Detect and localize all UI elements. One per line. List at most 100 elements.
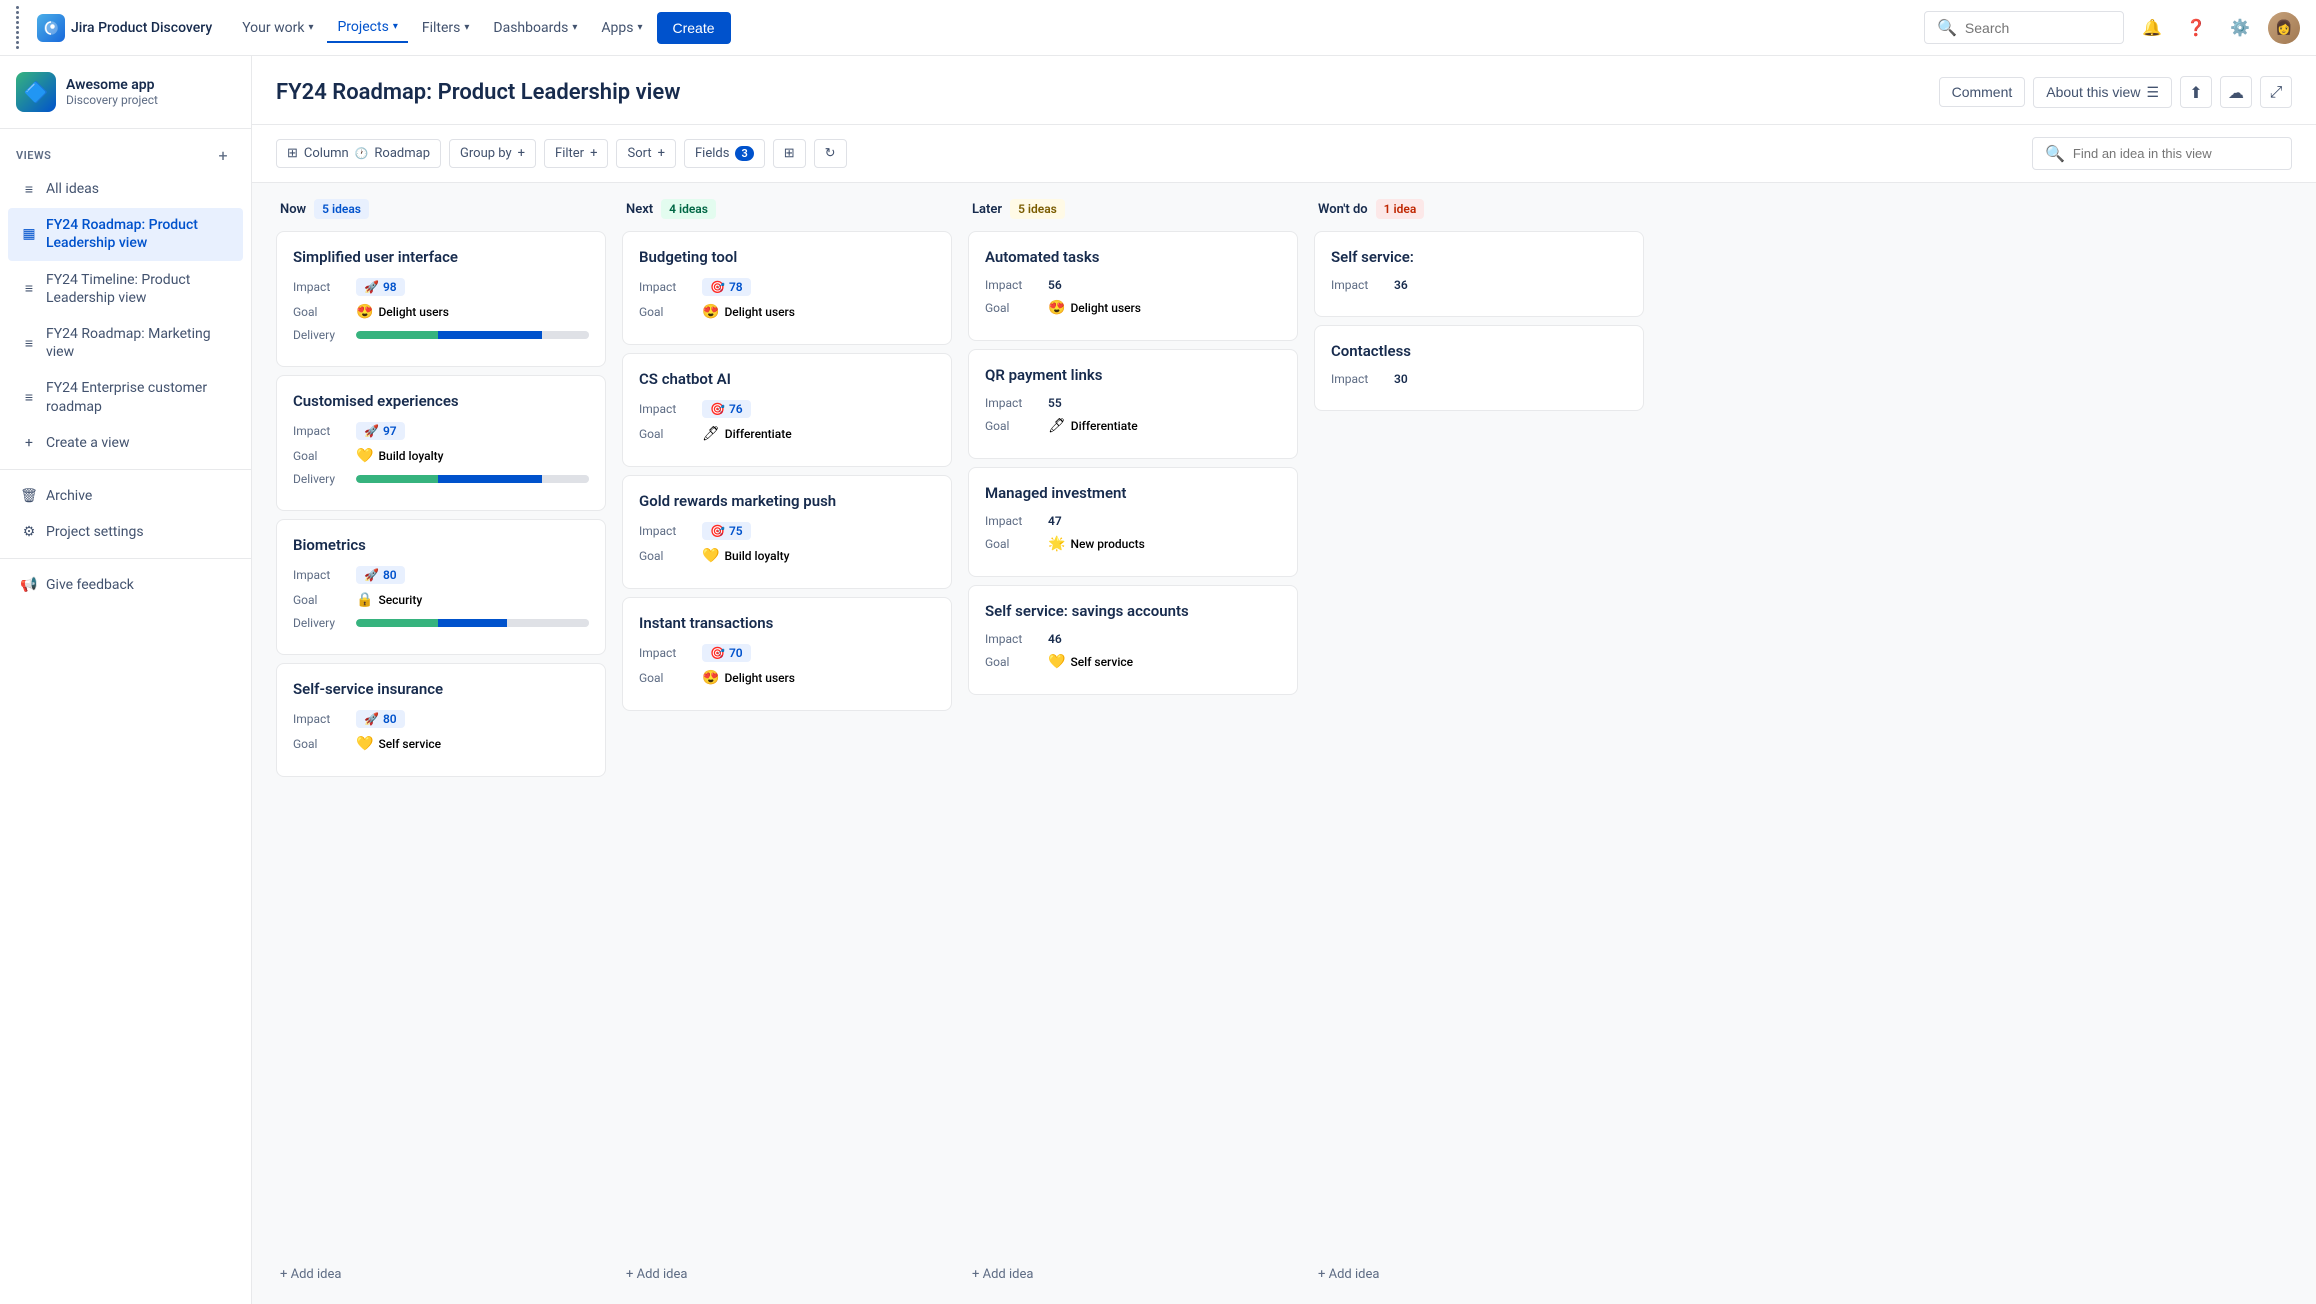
goal-badge: 💛 Self service [356, 736, 441, 752]
settings-icon[interactable]: ⚙️ [2224, 12, 2256, 44]
project-name: Awesome app [66, 77, 235, 93]
project-info: Awesome app Discovery project [66, 77, 235, 107]
idea-card[interactable]: Managed investmentImpact47Goal🌟New produ… [968, 467, 1298, 577]
goal-text: Differentiate [725, 427, 792, 441]
fields-button[interactable]: Fields 3 [684, 139, 765, 168]
about-view-button[interactable]: About this view ☰ [2033, 77, 2172, 108]
add-idea-button[interactable]: + Add idea [968, 1261, 1298, 1288]
notifications-icon[interactable]: 🔔 [2136, 12, 2168, 44]
goal-emoji: 💛 [356, 736, 373, 752]
card-title: Gold rewards marketing push [639, 492, 935, 510]
delivery-label: Delivery [293, 616, 348, 630]
avatar[interactable]: 👩 [2268, 12, 2300, 44]
search-icon: 🔍 [2045, 144, 2065, 163]
refresh-button[interactable]: ↻ [814, 139, 847, 168]
goal-text: Delight users [724, 671, 795, 685]
goal-text: Security [378, 593, 422, 607]
nav-dashboards[interactable]: Dashboards ▾ [483, 14, 587, 42]
project-type: Discovery project [66, 93, 235, 107]
idea-card[interactable]: Instant transactionsImpact🎯70Goal😍Deligh… [622, 597, 952, 711]
sidebar-item-roadmap-product[interactable]: ▦ FY24 Roadmap: Product Leadership view [8, 208, 243, 260]
cloud-icon[interactable]: ☁ [2220, 76, 2252, 108]
impact-icon: 🚀 [364, 712, 379, 726]
goal-badge: 🖊Differentiate [702, 426, 792, 442]
main-nav: Your work ▾ Projects ▾ Filters ▾ Dashboa… [232, 12, 1916, 44]
goal-field: Goal🖊Differentiate [985, 418, 1281, 434]
sidebar-divider [0, 469, 251, 470]
comment-button[interactable]: Comment [1939, 77, 2026, 107]
idea-card[interactable]: CS chatbot AIImpact🎯76Goal🖊Differentiate [622, 353, 952, 467]
view-options-button[interactable]: ⊞ [773, 139, 806, 168]
goal-badge: 😍Delight users [356, 304, 449, 320]
impact-value: 30 [1394, 372, 1408, 386]
content-area: FY24 Roadmap: Product Leadership view Co… [252, 56, 2316, 1304]
sidebar-item-enterprise-roadmap[interactable]: ≡ FY24 Enterprise customer roadmap [8, 371, 243, 423]
idea-card[interactable]: Automated tasksImpact56Goal😍Delight user… [968, 231, 1298, 341]
sidebar-item-timeline-product[interactable]: ≡ FY24 Timeline: Product Leadership view [8, 263, 243, 315]
idea-card[interactable]: Gold rewards marketing pushImpact🎯75Goal… [622, 475, 952, 589]
chevron-down-icon: ▾ [393, 21, 398, 32]
logo[interactable]: Jira Product Discovery [37, 14, 212, 42]
fullscreen-icon[interactable]: ⤢ [2260, 76, 2292, 108]
add-idea-button[interactable]: + Add idea [276, 1261, 606, 1288]
column-wontdo: Won't do1 ideaSelf service:Impact36Conta… [1314, 199, 1644, 1288]
impact-badge: 🚀80 [356, 566, 405, 584]
idea-card[interactable]: Self-service insuranceImpact🚀80Goal💛Self… [276, 663, 606, 777]
column-view-button[interactable]: ⊞ Column 🕐 Roadmap [276, 139, 441, 168]
impact-field: Impact🎯75 [639, 522, 935, 540]
add-idea-button[interactable]: + Add idea [622, 1261, 952, 1288]
delivery-remaining-segment [542, 475, 589, 483]
search-input[interactable] [1965, 20, 2111, 36]
impact-value: 47 [1048, 514, 1062, 528]
idea-card[interactable]: Customised experiencesImpact🚀97Goal💛Buil… [276, 375, 606, 511]
card-title: Budgeting tool [639, 248, 935, 266]
add-idea-button[interactable]: + Add idea [1314, 1261, 1644, 1288]
idea-card[interactable]: Budgeting toolImpact🎯78Goal😍Delight user… [622, 231, 952, 345]
idea-card[interactable]: QR payment linksImpact55Goal🖊Differentia… [968, 349, 1298, 459]
idea-card[interactable]: BiometricsImpact🚀80Goal🔒SecurityDelivery [276, 519, 606, 655]
options-icon: ⊞ [784, 146, 795, 161]
global-search[interactable]: 🔍 [1924, 11, 2124, 44]
sidebar-item-feedback[interactable]: 📢 Give feedback [8, 568, 243, 602]
impact-field: Impact36 [1331, 278, 1627, 292]
goal-field: Goal😍Delight users [985, 300, 1281, 316]
sidebar-item-all-ideas[interactable]: ≡ All ideas [8, 172, 243, 206]
filter-button[interactable]: Filter + [544, 139, 608, 168]
add-view-icon[interactable]: + [211, 143, 235, 167]
idea-card[interactable]: Self service:Impact36 [1314, 231, 1644, 317]
delivery-bar [356, 619, 589, 627]
nav-your-work[interactable]: Your work ▾ [232, 14, 323, 42]
create-button[interactable]: Create [657, 12, 731, 44]
sidebar-item-roadmap-marketing[interactable]: ≡ FY24 Roadmap: Marketing view [8, 317, 243, 369]
sort-button[interactable]: Sort + [616, 139, 676, 168]
nav-filters[interactable]: Filters ▾ [412, 14, 480, 42]
idea-search[interactable]: 🔍 [2032, 137, 2292, 170]
idea-card[interactable]: ContactlessImpact30 [1314, 325, 1644, 411]
archive-icon: 🗑 [20, 488, 38, 504]
idea-card[interactable]: Simplified user interfaceImpact🚀98Goal😍D… [276, 231, 606, 367]
roadmap-icon: ≡ [20, 335, 38, 352]
sidebar-item-create-view[interactable]: + Create a view [8, 426, 243, 460]
impact-icon: 🚀 [364, 280, 379, 294]
share-icon[interactable]: ⬆ [2180, 76, 2212, 108]
sidebar-item-project-settings[interactable]: ⚙ Project settings [8, 515, 243, 549]
help-icon[interactable]: ❓ [2180, 12, 2212, 44]
group-by-button[interactable]: Group by + [449, 139, 536, 168]
goal-text: Build loyalty [378, 449, 443, 463]
card-title: Self service: savings accounts [985, 602, 1281, 620]
goal-text: Self service [378, 737, 441, 751]
nav-projects[interactable]: Projects ▾ [327, 13, 407, 43]
brand-name: Jira Product Discovery [71, 20, 212, 36]
sidebar-item-archive[interactable]: 🗑 Archive [8, 479, 243, 513]
enterprise-icon: ≡ [20, 389, 38, 406]
sidebar-item-label: FY24 Roadmap: Product Leadership view [46, 216, 231, 252]
nav-apps[interactable]: Apps ▾ [591, 14, 652, 42]
app-grid-icon[interactable] [16, 6, 25, 49]
impact-field: Impact🚀80 [293, 566, 589, 584]
delivery-remaining-segment [542, 331, 589, 339]
delivery-remaining-segment [507, 619, 589, 627]
goal-emoji: 😍 [702, 304, 719, 320]
sidebar-project[interactable]: 🔷 Awesome app Discovery project [0, 56, 251, 129]
idea-search-input[interactable] [2073, 146, 2279, 161]
idea-card[interactable]: Self service: savings accountsImpact46Go… [968, 585, 1298, 695]
